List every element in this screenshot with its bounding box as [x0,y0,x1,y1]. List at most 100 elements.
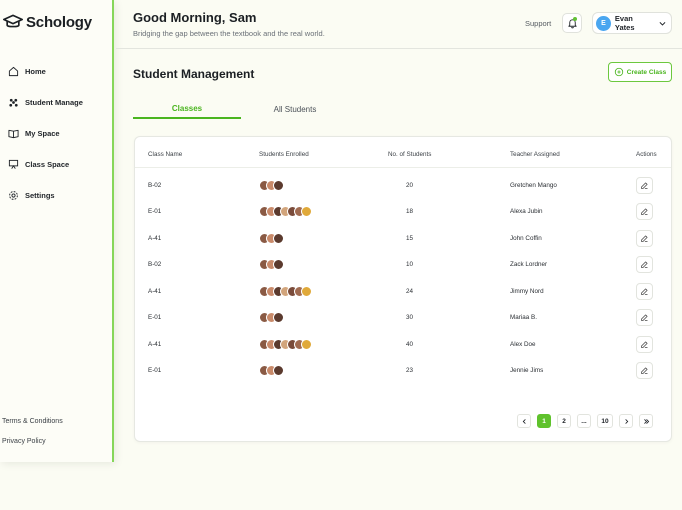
page-10-button[interactable]: 10 [597,414,613,428]
sidebar-item-home[interactable]: Home [0,58,112,85]
student-avatar [273,259,284,270]
cell-teacher-assigned: Gretchen Mango [510,182,557,189]
gear-icon [9,191,18,200]
edit-button[interactable] [636,177,653,194]
create-class-label: Create Class [626,68,667,76]
table-row[interactable]: E-01 23 Jennie Jims [135,358,671,384]
cell-no-of-students: 18 [406,208,414,215]
student-avatars [259,365,284,376]
avatar: E [596,15,611,31]
plus-circle-icon [614,67,623,77]
greeting: Good Morning, Sam Bridging the gap betwe… [133,10,325,38]
edit-icon [641,182,648,189]
header-divider [116,48,682,49]
page-2-button[interactable]: 2 [557,414,571,428]
cell-teacher-assigned: Mariaa B. [510,314,537,321]
sidebar-item-my-space[interactable]: My Space [0,120,112,147]
cell-teacher-assigned: Jennie Jims [510,367,544,374]
privacy-link[interactable]: Privacy Policy [2,438,63,445]
cell-class-name: A-41 [148,341,162,348]
cell-no-of-students: 20 [406,182,414,189]
student-avatars [259,206,312,217]
cell-class-name: B-02 [148,261,162,268]
cell-class-name: E-01 [148,367,162,374]
presentation-icon [8,159,19,169]
cell-no-of-students: 23 [406,367,414,374]
terms-link[interactable]: Terms & Conditions [2,418,63,425]
table-row[interactable]: A-41 40 Alex Doe [135,332,671,358]
header-class-name: Class Name [148,151,183,158]
next-page-button[interactable] [619,414,633,428]
cell-no-of-students: 15 [406,235,414,242]
student-avatars [259,286,312,297]
chevron-right-icon [624,418,628,424]
create-class-button[interactable]: Create Class [608,62,672,82]
page-1-button[interactable]: 1 [537,414,551,428]
edit-icon [641,341,648,348]
sidebar-footer: Terms & Conditions Privacy Policy [2,418,63,458]
edit-icon [641,367,648,374]
student-avatars [259,233,284,244]
notification-button[interactable] [562,13,582,33]
student-avatar [301,206,312,217]
edit-button[interactable] [636,283,653,300]
student-avatars [259,339,312,350]
page-ellipsis: ... [577,414,591,428]
edit-button[interactable] [636,336,653,353]
last-page-button[interactable] [639,414,653,428]
sidebar-item-settings[interactable]: Settings [0,182,112,209]
edit-button[interactable] [636,362,653,379]
graduation-cap-icon [3,14,23,28]
tab-all-students[interactable]: All Students [241,100,349,119]
sidebar-item-label: My Space [25,129,60,138]
sidebar-nav: Home Student Manage My Space Class Space… [0,58,112,213]
chevron-left-icon [522,418,526,424]
sidebar-item-label: Settings [25,191,55,200]
header-teacher-assigned: Teacher Assigned [510,151,560,158]
tab-classes[interactable]: Classes [133,100,241,119]
pagination: 1 2 ... 10 [517,414,653,428]
chevron-down-icon [659,21,666,26]
cell-teacher-assigned: Alex Doe [510,341,536,348]
table-row[interactable]: E-01 30 Mariaa B. [135,305,671,331]
table-row[interactable]: A-41 15 John Coffin [135,226,671,252]
edit-button[interactable] [636,256,653,273]
app-name: Schology [26,13,92,31]
notification-dot [573,17,577,21]
user-menu[interactable]: E Evan Yates [592,12,672,34]
students-icon [9,98,18,107]
logo[interactable]: Schology [3,12,92,32]
student-avatars [259,259,284,270]
cell-class-name: E-01 [148,314,162,321]
cell-no-of-students: 40 [406,341,414,348]
student-avatar [273,312,284,323]
cell-no-of-students: 30 [406,314,414,321]
page-title: Student Management [133,67,255,81]
table-row[interactable]: E-01 18 Alexa Jubin [135,199,671,225]
table-row[interactable]: B-02 20 Gretchen Mango [135,173,671,199]
support-link[interactable]: Support [525,19,551,28]
table-header: Class Name Students Enrolled No. of Stud… [135,137,671,168]
cell-teacher-assigned: Alexa Jubin [510,208,543,215]
header-students-enrolled: Students Enrolled [259,151,309,158]
table-row[interactable]: A-41 24 Jimmy Nord [135,279,671,305]
book-icon [8,129,19,139]
prev-page-button[interactable] [517,414,531,428]
cell-class-name: E-01 [148,208,162,215]
greeting-subtitle: Bridging the gap between the textbook an… [133,29,325,38]
edit-icon [641,208,648,215]
student-avatar [273,233,284,244]
student-avatar [273,180,284,191]
sidebar-item-student-manage[interactable]: Student Manage [0,89,112,116]
header-no-of-students: No. of Students [388,151,432,158]
tabs: Classes All Students [133,100,358,120]
cell-class-name: A-41 [148,288,162,295]
sidebar-item-class-space[interactable]: Class Space [0,151,112,178]
edit-button[interactable] [636,309,653,326]
student-avatar [273,365,284,376]
table-row[interactable]: B-02 10 Zack Lordner [135,252,671,278]
edit-button[interactable] [636,203,653,220]
double-chevron-right-icon [643,418,649,424]
edit-button[interactable] [636,230,653,247]
student-avatars [259,312,284,323]
